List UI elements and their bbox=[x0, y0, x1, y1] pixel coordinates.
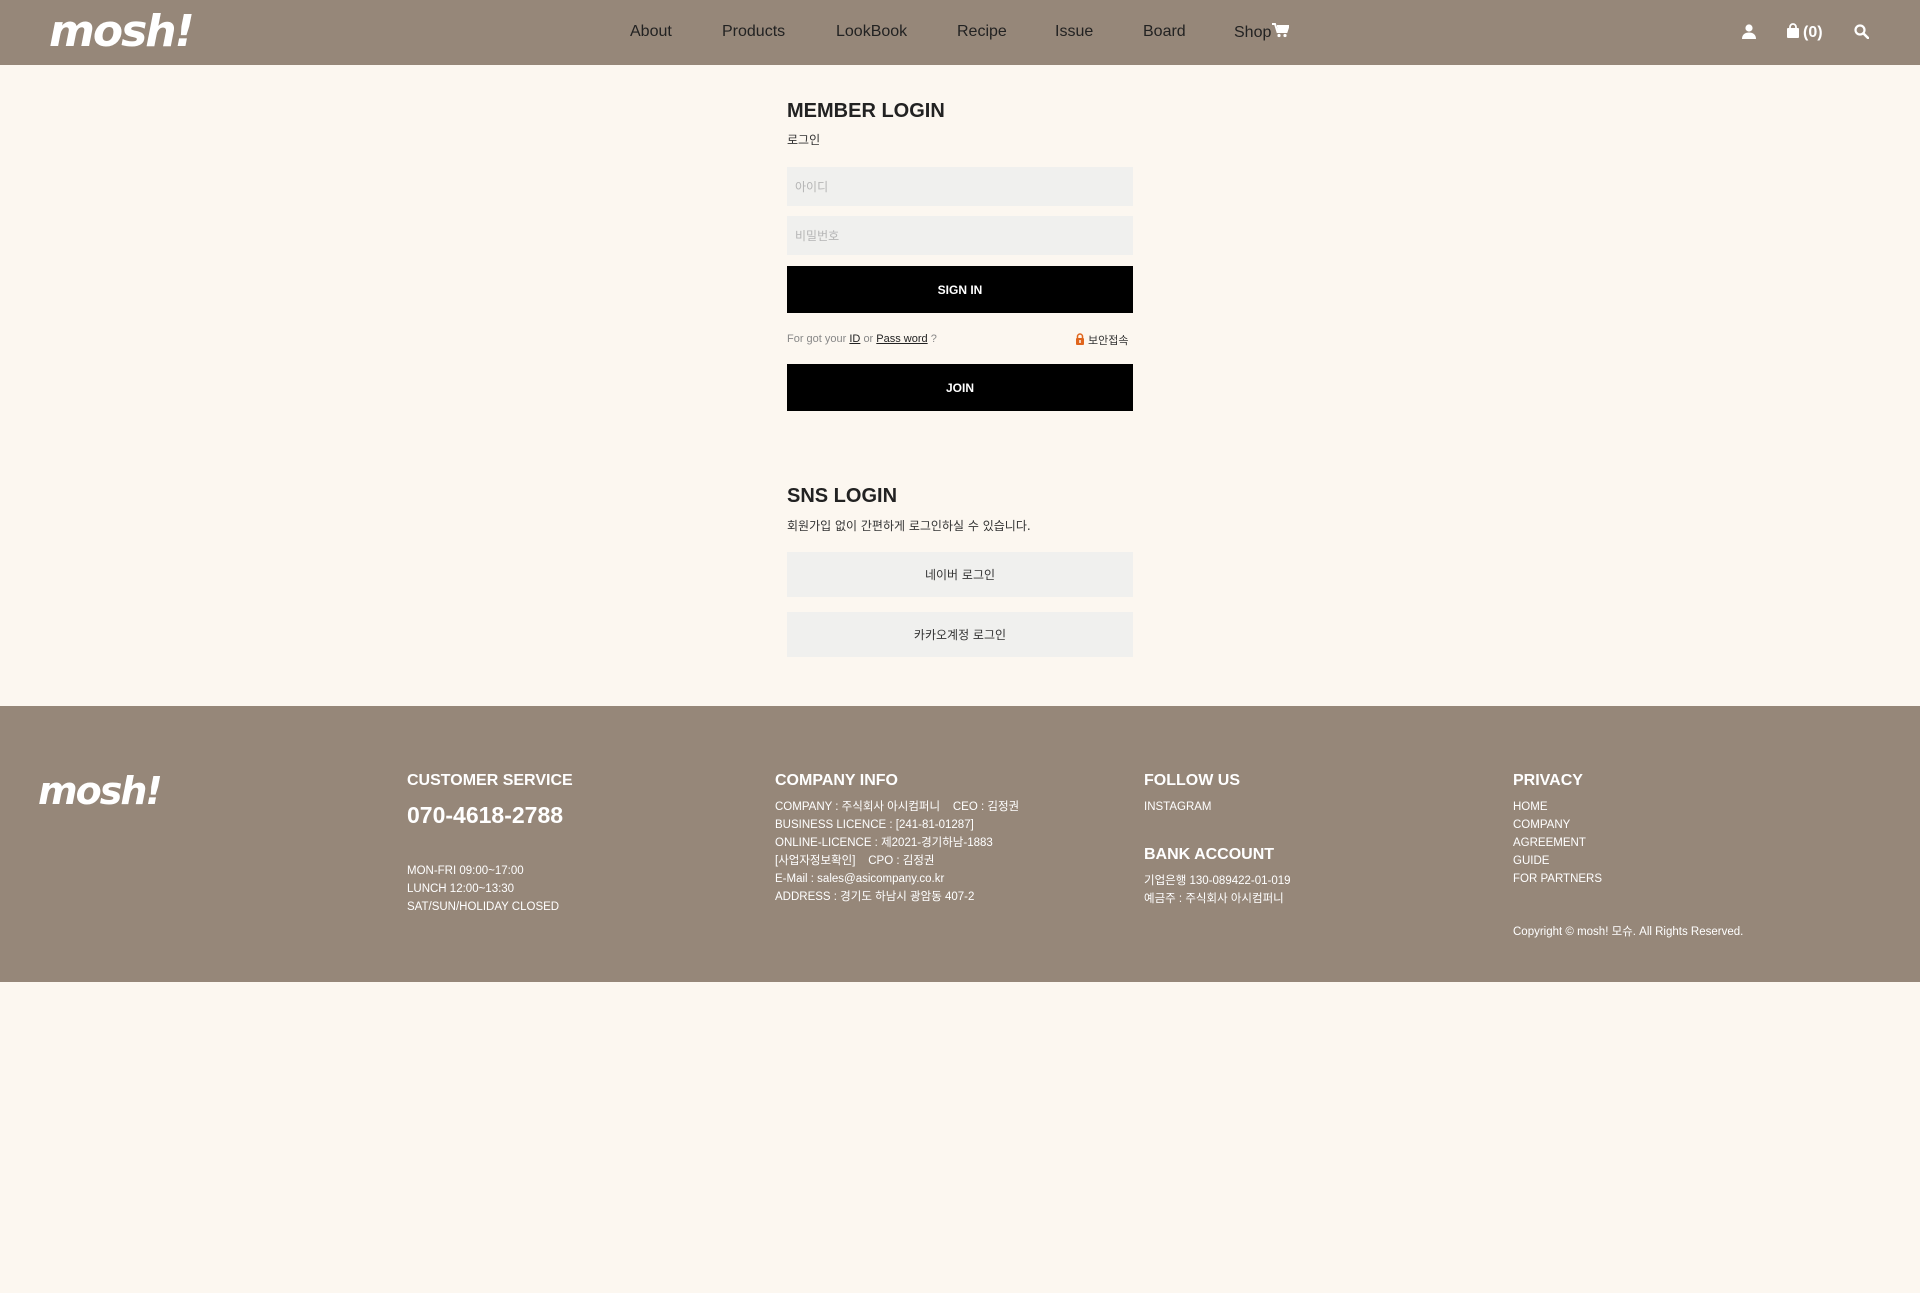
bank-account-line: 기업은행 130-089422-01-019 bbox=[1144, 875, 1291, 887]
company-info-line: ADDRESS : 경기도 하남시 광암동 407-2 bbox=[775, 891, 975, 903]
nav-products[interactable]: Products bbox=[722, 23, 785, 41]
company-info-line: [사업자정보확인] CPO : 김정권 bbox=[775, 855, 935, 867]
forgot-suffix: ? bbox=[930, 333, 937, 345]
search-icon[interactable] bbox=[1854, 24, 1869, 39]
id-input[interactable] bbox=[787, 167, 1133, 206]
footer-logo[interactable]: mosh! bbox=[38, 768, 163, 814]
company-info-line: E-Mail : sales@asicompany.co.kr bbox=[775, 873, 945, 885]
company-info-title: COMPANY INFO bbox=[775, 772, 898, 789]
footer-link-agreement[interactable]: AGREEMENT bbox=[1513, 834, 1602, 852]
sns-login-subtitle: 회원가입 없이 간편하게 로그인하실 수 있습니다. bbox=[787, 519, 1031, 533]
hours-line: SAT/SUN/HOLIDAY CLOSED bbox=[407, 901, 560, 913]
copyright: Copyright © mosh! 모슈. All Rights Reserve… bbox=[1513, 926, 1744, 938]
find-id-link[interactable]: ID bbox=[849, 333, 860, 345]
forgot-prefix: For got your bbox=[787, 333, 847, 345]
logo[interactable]: mosh! bbox=[49, 6, 195, 58]
privacy-links: HOME COMPANY AGREEMENT GUIDE FOR PARTNER… bbox=[1513, 798, 1602, 888]
company-info-line: ONLINE-LICENCE : 제2021-경기하남-1883 bbox=[775, 837, 993, 849]
site-header: mosh! About Products LookBook Recipe Iss… bbox=[0, 0, 1920, 65]
find-password-link[interactable]: Pass word bbox=[876, 333, 927, 345]
customer-service-title: CUSTOMER SERVICE bbox=[407, 772, 573, 789]
nav-recipe[interactable]: Recipe bbox=[957, 23, 1007, 41]
site-footer: mosh! CUSTOMER SERVICE 070-4618-2788 MON… bbox=[0, 706, 1920, 982]
footer-link-company[interactable]: COMPANY bbox=[1513, 816, 1602, 834]
bank-account-line: 예금주 : 주식회사 아시컴퍼니 bbox=[1144, 893, 1284, 905]
lock-icon bbox=[1075, 332, 1085, 348]
bank-account-title: BANK ACCOUNT bbox=[1144, 846, 1275, 863]
customer-service-phone: 070-4618-2788 bbox=[407, 802, 564, 828]
customer-service-hours: MON-FRI 09:00~17:00 LUNCH 12:00~13:30 SA… bbox=[407, 862, 559, 916]
cart-icon bbox=[1272, 23, 1291, 43]
hours-line: LUNCH 12:00~13:30 bbox=[407, 883, 515, 895]
privacy-title: PRIVACY bbox=[1513, 772, 1583, 789]
shopping-bag-icon bbox=[1786, 23, 1800, 43]
user-icon[interactable] bbox=[1742, 24, 1756, 39]
company-info-lines: COMPANY : 주식회사 아시컴퍼니 CEO : 김정권 BUSINESS … bbox=[775, 798, 1019, 906]
instagram-link[interactable]: INSTAGRAM bbox=[1144, 798, 1212, 816]
secure-login-label: 보안접속 bbox=[1088, 334, 1129, 347]
login-subtitle: 로그인 bbox=[787, 133, 821, 147]
company-info-line: COMPANY : 주식회사 아시컴퍼니 CEO : 김정권 bbox=[775, 801, 1020, 813]
sign-in-button[interactable]: SIGN IN bbox=[787, 266, 1133, 313]
follow-us-title: FOLLOW US bbox=[1144, 772, 1240, 789]
nav-shop[interactable]: Shop bbox=[1234, 23, 1291, 43]
nav-shop-label: Shop bbox=[1234, 24, 1272, 41]
footer-link-home[interactable]: HOME bbox=[1513, 798, 1602, 816]
bank-account-lines: 기업은행 130-089422-01-019 예금주 : 주식회사 아시컴퍼니 bbox=[1144, 872, 1291, 908]
cart-button[interactable]: (0) bbox=[1786, 23, 1823, 43]
nav-issue[interactable]: Issue bbox=[1055, 23, 1093, 41]
secure-login-toggle[interactable]: 보안접속 bbox=[1075, 332, 1128, 348]
nav-about[interactable]: About bbox=[630, 23, 672, 41]
sns-login-title: SNS LOGIN bbox=[787, 485, 898, 507]
login-title: MEMBER LOGIN bbox=[787, 100, 945, 122]
footer-link-guide[interactable]: GUIDE bbox=[1513, 852, 1602, 870]
footer-link-for-partners[interactable]: FOR PARTNERS bbox=[1513, 870, 1602, 888]
company-info-line: BUSINESS LICENCE : [241-81-01287] bbox=[775, 819, 974, 831]
join-button[interactable]: JOIN bbox=[787, 364, 1133, 411]
hours-line: MON-FRI 09:00~17:00 bbox=[407, 865, 524, 877]
nav-board[interactable]: Board bbox=[1143, 23, 1186, 41]
password-input[interactable] bbox=[787, 216, 1133, 255]
naver-login-button[interactable]: 네이버 로그인 bbox=[787, 552, 1133, 597]
nav-lookbook[interactable]: LookBook bbox=[836, 23, 907, 41]
follow-us-links: INSTAGRAM bbox=[1144, 798, 1212, 816]
forgot-or: or bbox=[863, 333, 874, 345]
cart-count: (0) bbox=[1803, 24, 1823, 41]
forgot-credentials: For got your ID or Pass word ? bbox=[787, 333, 937, 345]
kakao-login-button[interactable]: 카카오계정 로그인 bbox=[787, 612, 1133, 657]
